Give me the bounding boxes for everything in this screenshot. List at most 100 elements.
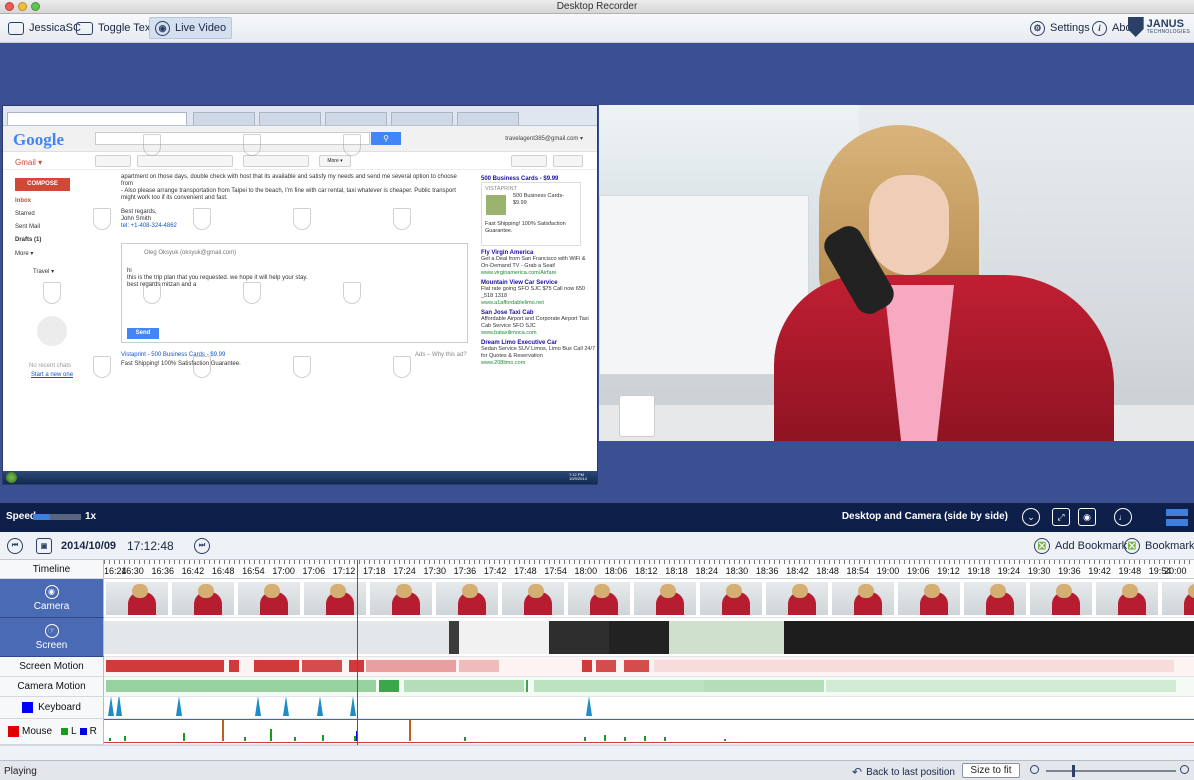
ruler-minor-tick (954, 560, 955, 564)
ruler-minor-tick (594, 560, 595, 564)
compose-button: COMPOSE (15, 178, 70, 191)
camera-motion-track[interactable] (104, 677, 1194, 697)
ruler-minor-tick (799, 560, 800, 564)
keyboard-activity-spike (283, 697, 289, 716)
ruler-minor-tick (874, 560, 875, 564)
ruler-minor-tick (629, 560, 630, 564)
ruler-minor-tick (869, 560, 870, 564)
ad-body: Get a Deal from San Francisco with WiFi … (481, 256, 586, 269)
skip-back-icon[interactable]: ⏮ (7, 538, 23, 554)
mouse-color-swatch (8, 726, 19, 737)
playhead[interactable] (357, 560, 358, 745)
zoom-out-icon[interactable] (1030, 765, 1039, 774)
live-video-button[interactable]: ◉ Live Video (149, 17, 233, 39)
track-label-camera: ◉ Camera (0, 579, 104, 618)
back-to-last-position-button[interactable]: ↶ Back to last position (852, 765, 955, 779)
browser-tab (259, 112, 321, 125)
ruler-minor-tick (1124, 560, 1125, 564)
ruler-minor-tick (664, 560, 665, 564)
reply-icon (95, 155, 131, 167)
bottom-ad-why: Ads – Why this ad? (415, 352, 467, 358)
bookmark-icon: ❎ (1124, 538, 1140, 554)
ruler-minor-tick (1134, 560, 1135, 564)
toggle-text-button[interactable]: Toggle Text (71, 17, 158, 39)
ruler-minor-tick (1084, 560, 1085, 564)
ruler-tick-label: 18:30 (725, 566, 749, 576)
timeline-controls: ⏮ ▣ 2014/10/09 17:12:48 ⏭ ❎ Add Bookmark… (0, 532, 1194, 560)
nav-inbox: Inbox (15, 198, 31, 204)
volume-icon[interactable]: ♩ (1114, 508, 1132, 526)
track-label-screen: ☞ Screen (0, 618, 104, 657)
screen-track-label: Screen (35, 639, 68, 651)
camera-thumbnail (700, 582, 762, 615)
camera-mug (619, 395, 655, 437)
screen-motion-track[interactable] (104, 657, 1194, 677)
ruler-minor-tick (274, 560, 275, 564)
ruler-minor-tick (1099, 560, 1100, 564)
ruler-minor-tick (449, 560, 450, 564)
layout-toggle-icon[interactable] (1166, 509, 1188, 526)
ruler-minor-tick (1024, 560, 1025, 564)
ruler-minor-tick (829, 560, 830, 564)
ruler-tick-label: 18:36 (755, 566, 779, 576)
ruler-tick-label: 16:36 (151, 566, 174, 576)
back-arrow-icon: ↶ (852, 765, 863, 779)
ruler-minor-tick (379, 560, 380, 564)
motion-segment (229, 660, 239, 672)
ruler-minor-tick (879, 560, 880, 564)
settings-button[interactable]: ⚙ Settings (1025, 17, 1095, 39)
bookmarks-button[interactable]: ❎ Bookmarks (1124, 538, 1194, 554)
ruler-minor-tick (774, 560, 775, 564)
save-icon[interactable]: ▣ (36, 538, 52, 554)
zoom-slider-knob[interactable] (1072, 765, 1075, 777)
ruler-minor-tick (249, 560, 250, 564)
snapshot-camera-icon[interactable]: ◉ (1078, 508, 1096, 526)
add-bookmark-button[interactable]: ❎ Add Bookmark (1034, 538, 1127, 554)
janus-logo: JANUS TECHNOLOGIES (1127, 17, 1190, 37)
zoom-slider[interactable] (1046, 765, 1176, 777)
ruler-minor-tick (784, 560, 785, 564)
ruler-minor-tick (1189, 560, 1190, 564)
ruler-minor-tick (1079, 560, 1080, 564)
skip-forward-icon[interactable]: ⏭ (194, 538, 210, 554)
ruler-minor-tick (389, 560, 390, 564)
camera-thumbnail (634, 582, 696, 615)
ruler-minor-tick (304, 560, 305, 564)
ruler-minor-tick (209, 560, 210, 564)
gmail-header: Google ⚲ travelagent385@gmail.com ▾ (3, 126, 597, 152)
ruler-minor-tick (394, 560, 395, 564)
bookmarks-label: Bookmarks (1145, 540, 1194, 552)
ruler-minor-tick (949, 560, 950, 564)
live-video-label: Live Video (175, 22, 227, 34)
ruler-minor-tick (189, 560, 190, 564)
camera-capture-pane[interactable] (599, 105, 1194, 441)
gmail-account: travelagent385@gmail.com ▾ (505, 136, 583, 142)
zoom-in-icon[interactable] (1180, 765, 1189, 774)
screen-track[interactable] (104, 618, 1194, 657)
ruler-minor-tick (1144, 560, 1145, 564)
ruler-minor-tick (509, 560, 510, 564)
view-mode-dropdown-icon[interactable]: ⌄ (1022, 508, 1040, 526)
ruler-minor-tick (1069, 560, 1070, 564)
desktop-capture-pane[interactable]: Google ⚲ travelagent385@gmail.com ▾ Gmai… (2, 105, 598, 485)
keyboard-track[interactable] (104, 697, 1194, 719)
ruler-tick-label: 19:36 (1058, 566, 1081, 576)
camera-track[interactable] (104, 579, 1194, 618)
ruler-tick-label: 17:54 (544, 566, 567, 576)
size-to-fit-button[interactable]: Size to fit (962, 763, 1020, 778)
ruler-minor-tick (994, 560, 995, 564)
ruler-minor-tick (239, 560, 240, 564)
ruler-minor-tick (1179, 560, 1180, 564)
motion-segment (826, 680, 1176, 692)
ruler-minor-tick (1009, 560, 1010, 564)
ruler-minor-tick (849, 560, 850, 564)
ruler-minor-tick (584, 560, 585, 564)
camera-thumbnail (172, 582, 234, 615)
vistaprint-title: 500 Business Cards- $9.99 (513, 193, 565, 206)
speed-slider[interactable] (33, 514, 81, 520)
timeline-scroll-area (0, 745, 1194, 760)
timeline-ruler[interactable]: 16:24 16:30 16:36 16:42 16:48 16:54 17:00 17:06… (104, 560, 1194, 579)
motion-segment (106, 680, 376, 692)
fullscreen-icon[interactable]: ⤢ (1052, 508, 1070, 526)
ruler-minor-tick (859, 560, 860, 564)
